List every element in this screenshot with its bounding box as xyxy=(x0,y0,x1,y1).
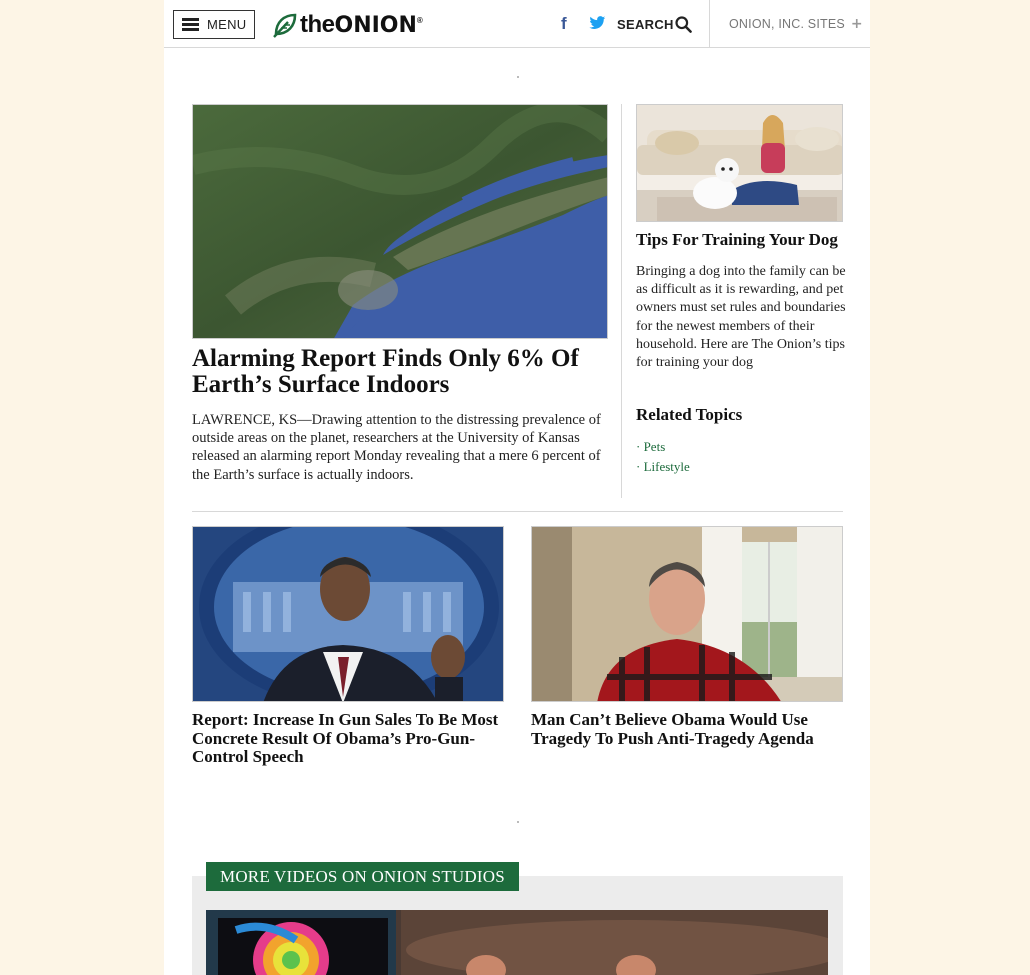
side-story-body: Bringing a dog into the family can be as… xyxy=(636,264,846,371)
hamburger-icon xyxy=(182,18,199,31)
hero-image[interactable] xyxy=(192,104,608,339)
sites-label: ONION, INC. SITES xyxy=(729,17,845,31)
logo-onion: ONION xyxy=(334,13,417,38)
section-divider xyxy=(192,511,843,512)
menu-button[interactable]: MENU xyxy=(173,10,255,39)
card-headline-anti-tragedy[interactable]: Man Can’t Believe Obama Would Use Traged… xyxy=(531,710,841,748)
man-plaid-shirt-image xyxy=(532,527,842,701)
twitter-icon[interactable] xyxy=(589,15,606,31)
more-videos-banner[interactable]: MORE VIDEOS ON ONION STUDIOS xyxy=(206,862,519,891)
woman-with-dog-image xyxy=(637,105,842,221)
logo-the: the xyxy=(300,11,335,38)
video-preview-image xyxy=(206,910,828,975)
search-button[interactable]: SEARCH xyxy=(617,17,674,32)
onion-inc-sites-dropdown[interactable]: ONION, INC. SITES + xyxy=(709,0,870,48)
dog-training-image[interactable] xyxy=(636,104,843,222)
logo-registered: ® xyxy=(416,16,423,25)
column-divider xyxy=(621,104,622,498)
related-topics-heading: Related Topics xyxy=(636,405,743,424)
card-headline-gun-sales[interactable]: Report: Increase In Gun Sales To Be Most… xyxy=(192,710,502,767)
page: MENU theONION® f SEARCH ONION, INC. SITE… xyxy=(164,0,870,975)
onion-logo[interactable]: theONION® xyxy=(272,10,423,40)
video-thumbnail[interactable] xyxy=(206,910,828,975)
logo-wordmark: theONION® xyxy=(300,11,423,39)
onion-leaf-icon xyxy=(273,13,297,38)
hero-summary: LAWRENCE, KS—Drawing attention to the di… xyxy=(192,412,601,483)
ad-placeholder-dot xyxy=(517,76,519,78)
obama-speech-image[interactable] xyxy=(192,526,504,702)
plus-icon: + xyxy=(850,16,863,32)
satellite-map-image xyxy=(193,105,607,338)
ad-placeholder-dot xyxy=(517,821,519,823)
facebook-icon[interactable]: f xyxy=(561,14,567,34)
hero-headline[interactable]: Alarming Report Finds Only 6% Of Earth’s… xyxy=(192,346,612,398)
search-icon[interactable] xyxy=(675,16,692,33)
obama-podium-image xyxy=(193,527,503,701)
site-header: MENU theONION® f SEARCH ONION, INC. SITE… xyxy=(164,0,870,48)
topic-link-pets[interactable]: · Pets xyxy=(636,437,690,457)
related-topics-list: · Pets · Lifestyle xyxy=(636,437,690,477)
topic-link-lifestyle[interactable]: · Lifestyle xyxy=(636,457,690,477)
side-story-title[interactable]: Tips For Training Your Dog xyxy=(636,230,846,250)
menu-label: MENU xyxy=(207,17,247,32)
man-interview-image[interactable] xyxy=(531,526,843,702)
